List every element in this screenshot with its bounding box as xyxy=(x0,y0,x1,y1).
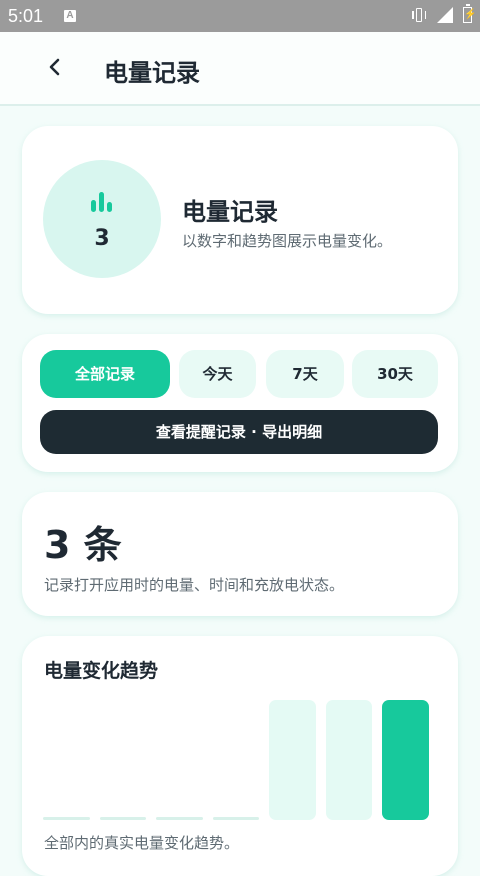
tab-7-days[interactable]: 7天 xyxy=(266,350,344,398)
hero-description: 以数字和趋势图展示电量变化。 xyxy=(182,232,393,250)
trend-bar xyxy=(156,817,203,820)
record-count: 3 xyxy=(94,226,110,251)
battery-trend-chart xyxy=(42,696,438,820)
trend-caption: 全部内的真实电量变化趋势。 xyxy=(44,834,240,852)
vibrate-icon xyxy=(411,7,427,23)
trend-title: 电量变化趋势 xyxy=(44,660,159,682)
count-description: 记录打开应用时的电量、时间和充放电状态。 xyxy=(44,576,345,594)
trend-bar xyxy=(99,817,147,820)
page-title: 电量记录 xyxy=(104,59,200,87)
status-bar: 5:01 A ⚡ xyxy=(0,0,480,32)
filter-card: 全部记录 今天 7天 30天 查看提醒记录 · 导出明细 xyxy=(22,334,458,472)
tab-today[interactable]: 今天 xyxy=(179,350,256,398)
bar-chart-icon xyxy=(91,192,113,212)
tab-all-records[interactable]: 全部记录 xyxy=(40,350,170,398)
trend-bar xyxy=(43,817,90,820)
summary-hero-card: 3 电量记录 以数字和趋势图展示电量变化。 xyxy=(22,126,458,314)
status-time: 5:01 xyxy=(8,6,44,26)
trend-bar xyxy=(212,817,260,820)
record-count-value: 3 条 xyxy=(44,523,122,567)
app-bar: 电量记录 xyxy=(0,32,480,106)
battery-charging-icon: ⚡ xyxy=(463,4,476,23)
hero-title: 电量记录 xyxy=(182,198,278,226)
count-card: 3 条 记录打开应用时的电量、时间和充放电状态。 xyxy=(22,492,458,616)
trend-bar xyxy=(382,699,429,820)
trend-bar xyxy=(325,699,373,820)
chevron-left-icon[interactable] xyxy=(44,54,68,80)
trend-bar xyxy=(269,699,316,820)
a-icon: A xyxy=(64,10,76,22)
trend-card: 电量变化趋势 全部内的真实电量变化趋势。 xyxy=(22,636,458,876)
signal-icon xyxy=(437,7,453,23)
count-circle: 3 xyxy=(43,160,161,278)
tab-30-days[interactable]: 30天 xyxy=(352,350,438,398)
view-reminders-export-button[interactable]: 查看提醒记录 · 导出明细 xyxy=(40,410,438,454)
